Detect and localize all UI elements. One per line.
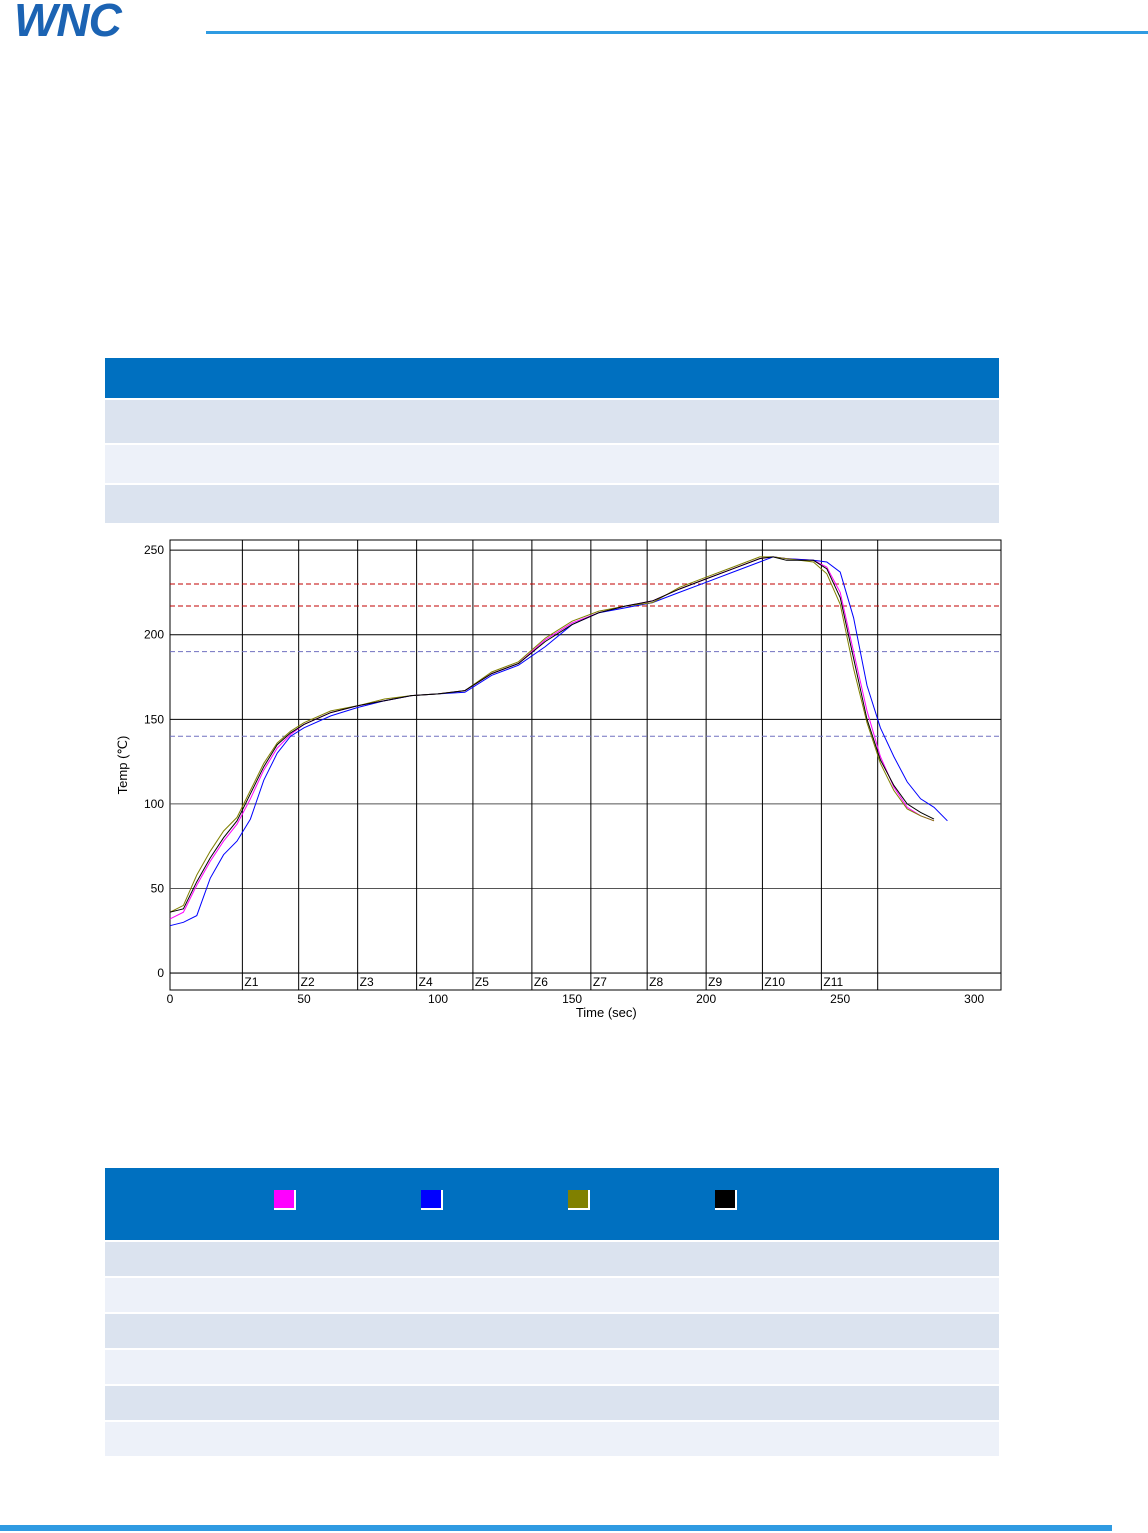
x-tick-label: 200 bbox=[696, 992, 716, 1006]
table-header bbox=[105, 358, 999, 398]
table-row bbox=[105, 1348, 999, 1384]
legend-swatch-blue bbox=[421, 1190, 443, 1210]
zone-label: Z2 bbox=[301, 975, 315, 989]
table-row bbox=[105, 443, 999, 483]
x-tick-label: 150 bbox=[562, 992, 582, 1006]
table-row bbox=[105, 1384, 999, 1420]
logo-text: WNC bbox=[14, 0, 123, 40]
legend-swatch-olive bbox=[568, 1190, 590, 1210]
y-tick-label: 150 bbox=[144, 712, 164, 726]
zone-label: Z1 bbox=[244, 975, 258, 989]
legend-swatch-black bbox=[715, 1190, 737, 1210]
zone-label: Z9 bbox=[708, 975, 722, 989]
x-tick-label: 100 bbox=[428, 992, 448, 1006]
y-tick-label: 200 bbox=[144, 628, 164, 642]
zone-label: Z3 bbox=[360, 975, 374, 989]
x-tick-label: 50 bbox=[297, 992, 311, 1006]
zone-label: Z5 bbox=[475, 975, 489, 989]
table-header bbox=[105, 1168, 999, 1240]
results-table bbox=[105, 1168, 999, 1456]
y-tick-label: 250 bbox=[144, 543, 164, 557]
zone-label: Z8 bbox=[649, 975, 663, 989]
table-row bbox=[105, 1312, 999, 1348]
y-tick-label: 0 bbox=[157, 966, 164, 980]
footer-rule bbox=[0, 1525, 1112, 1531]
table-row bbox=[105, 1240, 999, 1276]
zone-label: Z11 bbox=[823, 975, 843, 989]
x-tick-label: 0 bbox=[167, 992, 174, 1006]
x-axis-title: Time (sec) bbox=[576, 1005, 637, 1020]
zone-label: Z10 bbox=[764, 975, 785, 989]
header-rule bbox=[206, 31, 1148, 34]
table-row bbox=[105, 1420, 999, 1456]
y-axis-title: Temp (℃) bbox=[115, 736, 130, 795]
profile-table bbox=[105, 358, 999, 523]
wnc-logo: WNC bbox=[14, 0, 124, 40]
zone-label: Z6 bbox=[534, 975, 548, 989]
zone-label: Z4 bbox=[419, 975, 433, 989]
reflow-profile-chart: 0 50 100 150 200 250 Z1 Z2 Z3 Z4 Z5 Z6 Z7 Z8 Z9 Z10 Z11 0… bbox=[115, 539, 1002, 1020]
table-row bbox=[105, 1276, 999, 1312]
zone-label: Z7 bbox=[593, 975, 607, 989]
y-tick-label: 100 bbox=[144, 797, 164, 811]
table-row bbox=[105, 398, 999, 443]
legend-swatch-magenta bbox=[274, 1190, 296, 1210]
x-tick-label: 250 bbox=[830, 992, 850, 1006]
table-row bbox=[105, 483, 999, 523]
plot-area bbox=[169, 539, 1002, 991]
y-tick-label: 50 bbox=[151, 881, 165, 895]
x-tick-label: 300 bbox=[964, 992, 984, 1006]
